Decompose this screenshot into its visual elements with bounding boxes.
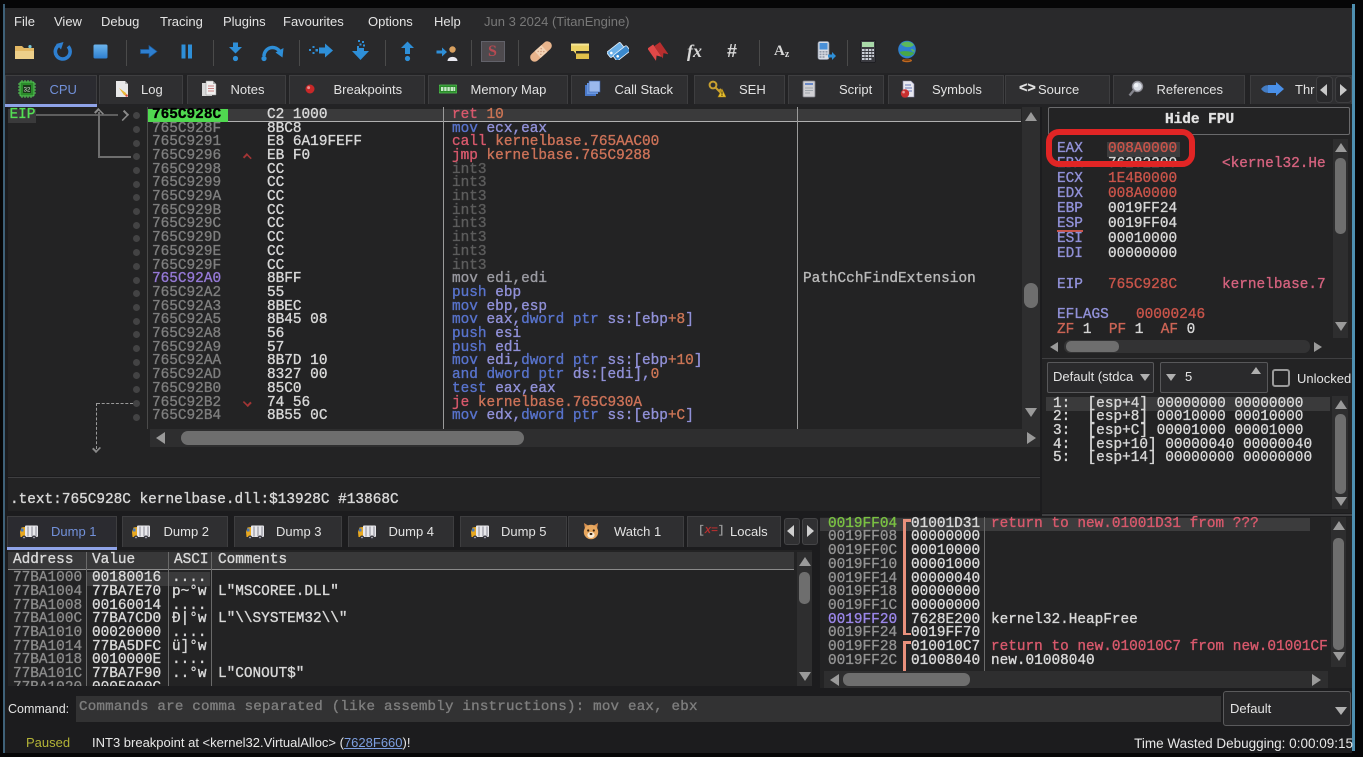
svg-text:!: ! bbox=[721, 92, 723, 98]
svg-text:32: 32 bbox=[23, 88, 30, 94]
